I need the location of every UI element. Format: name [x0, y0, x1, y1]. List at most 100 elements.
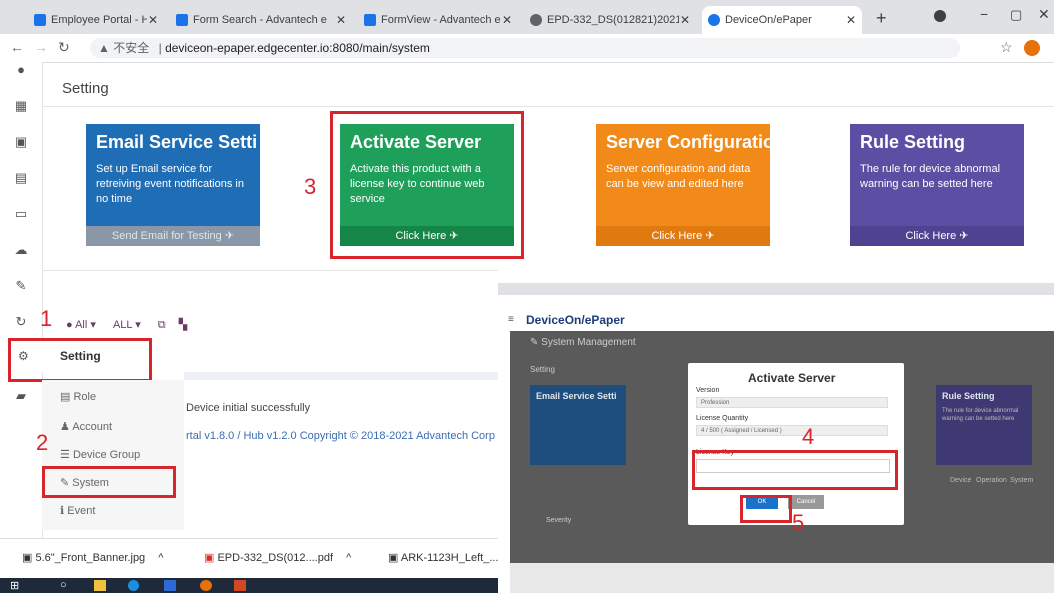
highlight-box-license-key: [692, 450, 898, 490]
browser-tab-strip: Employee Portal - Homepa ✕ Form Search -…: [0, 0, 1054, 34]
rule-setting-click-here-button[interactable]: Click Here ✈: [850, 226, 1024, 246]
highlight-box-activate: [330, 111, 524, 259]
skype-icon[interactable]: [128, 580, 139, 591]
monitor-icon[interactable]: ▭: [13, 206, 29, 222]
activate-server-modal: Activate Server Version Profession Licen…: [688, 363, 904, 525]
browser-tab[interactable]: Employee Portal - Homepa ✕: [28, 6, 164, 34]
site-favicon-icon: [708, 14, 720, 26]
close-tab-icon[interactable]: ✕: [846, 13, 856, 27]
export-icon[interactable]: ⧉: [158, 319, 166, 331]
image-file-icon: ▣: [388, 552, 399, 564]
inset-screenshot: ≡ DeviceOn/ePaper ✎ System Management Se…: [498, 283, 1054, 593]
step-number-5: 5: [792, 510, 805, 535]
downloads-bar: ▣ 5.6"_Front_Banner.jpg ^ ▣ EPD-332_DS(0…: [0, 538, 499, 579]
filter-all-dropdown[interactable]: ● All ▾: [66, 319, 96, 331]
server-config-click-here-button[interactable]: Click Here ✈: [596, 226, 770, 246]
bookmark-star-icon[interactable]: ☆: [1000, 39, 1013, 56]
powerpoint-icon[interactable]: [234, 580, 246, 591]
cloud-icon[interactable]: ☁: [13, 242, 29, 258]
highlight-box-ok: [740, 495, 792, 523]
server-configuration-card[interactable]: Server Configuratio Server configuration…: [596, 124, 770, 246]
modal-title: Activate Server: [748, 371, 836, 385]
cart-icon[interactable]: ▰: [13, 388, 29, 404]
menu-item-device-group[interactable]: ☰ Device Group: [60, 448, 140, 461]
reload-icon[interactable]: ↻: [58, 39, 70, 56]
content-strip: [184, 372, 498, 380]
rule-setting-card[interactable]: Rule Setting The rule for device abnorma…: [850, 124, 1024, 246]
info-icon: ℹ: [60, 505, 65, 517]
list-icon: ☰: [60, 449, 70, 461]
send-email-test-button[interactable]: Send Email for Testing ✈: [86, 226, 260, 246]
download-item[interactable]: ▣ 5.6"_Front_Banner.jpg ^: [22, 551, 163, 564]
highlight-box-system: [42, 466, 176, 498]
search-icon[interactable]: ○: [60, 579, 67, 591]
globe-icon: [530, 14, 542, 26]
refresh-icon[interactable]: ↻: [13, 314, 29, 330]
close-tab-icon[interactable]: ✕: [336, 13, 346, 27]
license-quantity-field: 4 / 500 ( Assigned / Licensed ): [696, 425, 888, 436]
file-explorer-icon[interactable]: [94, 580, 106, 591]
menu-item-account[interactable]: ♟ Account: [60, 420, 112, 433]
step-number-2: 2: [36, 430, 49, 455]
browser-tab[interactable]: Form Search - Advantech e ✕: [170, 6, 352, 34]
inset-tab-strip: [498, 283, 1054, 295]
menu-item-role[interactable]: ▤ Role: [60, 390, 96, 403]
inset-downloads-bar: [510, 563, 1054, 593]
image-icon[interactable]: ▣: [13, 134, 29, 150]
avatar[interactable]: [1024, 40, 1040, 56]
browser-tab[interactable]: EPD-332_DS(012821)2021( ✕: [524, 6, 696, 34]
browser-tab[interactable]: FormView - Advantech eFir ✕: [358, 6, 518, 34]
site-favicon-icon: [176, 14, 188, 26]
site-favicon-icon: [34, 14, 46, 26]
outlook-icon[interactable]: [164, 580, 176, 591]
download-item[interactable]: ▣ ARK-1123H_Left_...: [388, 551, 499, 564]
close-window-icon[interactable]: ✕: [1038, 6, 1050, 23]
wrench-icon[interactable]: ✎: [13, 278, 29, 294]
status-message: Device initial successfully: [186, 402, 311, 414]
browser-tab-active[interactable]: DeviceOn/ePaper ✕: [702, 6, 862, 34]
close-tab-icon[interactable]: ✕: [502, 13, 512, 27]
grid-icon[interactable]: ▦: [13, 98, 29, 114]
warning-icon: ▲: [98, 41, 110, 55]
profile-icon[interactable]: [934, 10, 946, 22]
divider: [42, 270, 498, 271]
close-tab-icon[interactable]: ✕: [148, 13, 158, 27]
inset-app-header: ≡ DeviceOn/ePaper: [498, 309, 1054, 332]
image-file-icon: ▣: [22, 552, 33, 564]
pdf-file-icon: ▣: [204, 552, 215, 564]
minimize-icon[interactable]: −: [980, 6, 988, 22]
new-tab-icon[interactable]: +: [876, 8, 887, 29]
cancel-button[interactable]: Cancel: [788, 495, 824, 509]
settings-submenu: ▤ Role ♟ Account ☰ Device Group ✎ System…: [42, 380, 184, 530]
version-field: Profession: [696, 397, 888, 408]
email-service-card[interactable]: Email Service Setti Set up Email service…: [86, 124, 260, 246]
divider: [42, 106, 1054, 107]
filter-toolbar: ● All ▾ ALL ▾ ⧉ ▚: [66, 318, 187, 332]
chrome-icon[interactable]: [200, 580, 212, 591]
role-icon: ▤: [60, 391, 71, 403]
url-input[interactable]: ▲ 不安全 | deviceon-epaper.edgecenter.io:80…: [90, 38, 960, 58]
menu-item-event[interactable]: ℹ Event: [60, 504, 95, 517]
pin-icon[interactable]: ●: [13, 62, 29, 78]
site-favicon-icon: [364, 14, 376, 26]
forward-icon[interactable]: →: [34, 39, 48, 55]
download-item[interactable]: ▣ EPD-332_DS(012....pdf ^: [204, 551, 351, 564]
user-icon: ♟: [60, 421, 70, 433]
inset-left-bar: [498, 331, 510, 593]
page-title: Setting: [62, 80, 109, 97]
step-number-1: 1: [40, 306, 53, 331]
inset-rule-card: Rule Setting The rule for device abnorma…: [936, 385, 1032, 465]
close-tab-icon[interactable]: ✕: [680, 13, 690, 27]
back-icon[interactable]: ←: [10, 39, 24, 55]
inset-address-bar: [498, 295, 1054, 309]
step-number-4: 4: [802, 424, 815, 449]
save-icon[interactable]: ▚: [179, 319, 187, 331]
step-number-3: 3: [304, 174, 317, 199]
maximize-icon[interactable]: ▢: [1010, 7, 1022, 23]
left-icon-sidebar: ● ▦ ▣ ▤ ▭ ☁ ✎ ↻ ▰: [0, 62, 43, 542]
gallery-icon[interactable]: ▤: [13, 170, 29, 186]
windows-start-icon[interactable]: ⊞: [10, 579, 19, 592]
inset-email-card: Email Service Setti: [530, 385, 626, 465]
windows-taskbar: ⊞ ○: [0, 578, 498, 593]
filter-all-level-dropdown[interactable]: ALL ▾: [113, 319, 141, 331]
